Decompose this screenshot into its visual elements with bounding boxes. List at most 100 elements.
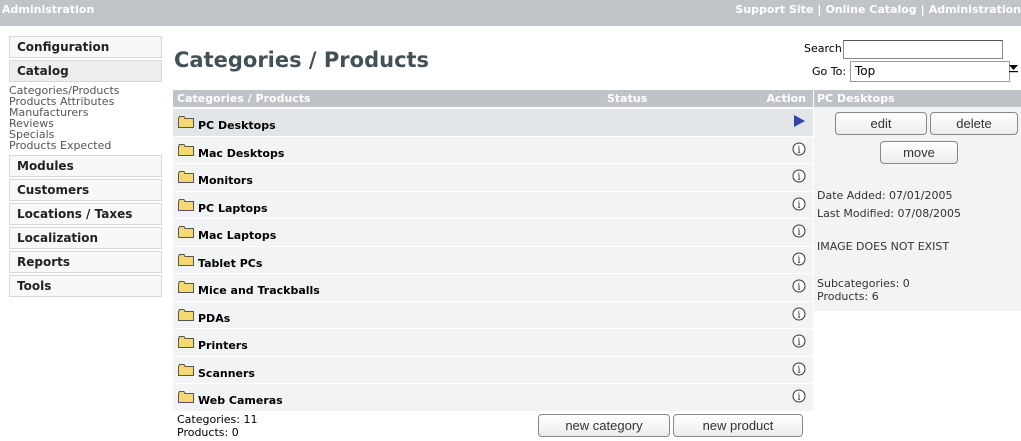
table-row[interactable]: Monitors i (173, 164, 813, 192)
category-name: Mice and Trackballs (198, 284, 320, 297)
category-name: PC Desktops (198, 119, 276, 132)
sidebar: Configuration Catalog Categories/Product… (9, 36, 162, 299)
folder-icon (178, 171, 194, 183)
link-separator: | (920, 3, 925, 16)
delete-button[interactable]: delete (930, 112, 1018, 135)
page-title: Categories / Products (174, 48, 430, 72)
category-name: Mac Laptops (198, 229, 277, 242)
info-icon[interactable]: i (792, 224, 806, 238)
folder-icon (178, 308, 194, 321)
new-category-button[interactable]: new category (538, 414, 670, 437)
folder-icon (178, 391, 194, 403)
svg-text:i: i (797, 227, 800, 238)
chevron-down-icon[interactable] (1008, 63, 1019, 73)
folder-icon (178, 363, 194, 376)
table-row[interactable]: Mac Desktops i (173, 136, 813, 164)
sidebar-item-customers[interactable]: Customers (9, 179, 162, 201)
table-row[interactable]: Web Cameras i (173, 384, 813, 412)
top-links: Support Site | Online Catalog | Administrati… (735, 3, 1021, 16)
info-icon[interactable]: i (792, 389, 806, 403)
category-name: Mac Desktops (198, 146, 285, 160)
table-header: Categories / Products Status Action (173, 90, 813, 107)
table-row[interactable]: Printers i (173, 329, 813, 357)
folder-icon (178, 253, 194, 266)
top-bar: Administration Support Site | Online Catal… (0, 0, 1021, 26)
table-row[interactable]: PDAs i (173, 301, 813, 329)
folder-icon (178, 281, 194, 293)
folder-icon (178, 336, 194, 348)
category-name: Printers (198, 339, 248, 352)
sidebar-item-locations-taxes[interactable]: Locations / Taxes (9, 203, 162, 225)
catalog-submenu: Categories/Products Products Attributes … (9, 84, 162, 155)
goto-select[interactable]: Top (850, 61, 1010, 82)
column-header-categories: Categories / Products (177, 92, 311, 105)
new-product-button[interactable]: new product (673, 414, 803, 437)
table-row[interactable]: Scanners i (173, 356, 813, 384)
search-input[interactable] (843, 40, 1003, 59)
category-list: PC Desktops Mac Desktops i Monitors i PC… (173, 109, 813, 412)
panel-products-count: Products: 6 (817, 290, 879, 303)
info-icon[interactable]: i (792, 307, 806, 321)
support-site-link[interactable]: Support Site (735, 3, 813, 16)
administration-link[interactable]: Administration (929, 3, 1021, 16)
svg-text:i: i (797, 392, 800, 403)
column-header-action: Action (766, 92, 806, 105)
svg-text:i: i (797, 255, 800, 266)
info-icon[interactable]: i (792, 279, 806, 293)
table-row[interactable]: Mice and Trackballs i (173, 274, 813, 302)
svg-text:i: i (797, 282, 800, 293)
info-icon[interactable]: i (792, 252, 806, 266)
subcategories-count: Subcategories: 0 (817, 277, 910, 290)
submenu-products-expected[interactable]: Products Expected (9, 140, 162, 151)
sidebar-item-tools[interactable]: Tools (9, 275, 162, 297)
sidebar-item-configuration[interactable]: Configuration (9, 36, 162, 58)
online-catalog-link[interactable]: Online Catalog (825, 3, 916, 16)
goto-label: Go To: (812, 65, 847, 78)
image-missing-note: IMAGE DOES NOT EXIST (817, 240, 950, 253)
info-icon[interactable]: i (792, 334, 806, 348)
svg-text:i: i (797, 310, 800, 321)
table-row[interactable]: Mac Laptops i (173, 219, 813, 247)
svg-text:i: i (797, 172, 800, 183)
svg-text:i: i (797, 145, 800, 156)
category-name: PDAs (198, 311, 231, 325)
svg-text:i: i (797, 365, 800, 376)
folder-icon (178, 198, 194, 211)
move-button[interactable]: move (880, 141, 958, 164)
folder-icon (178, 226, 194, 238)
table-row[interactable]: Tablet PCs i (173, 246, 813, 274)
arrow-right-icon[interactable] (792, 114, 806, 128)
category-name: PC Laptops (198, 201, 268, 215)
table-row[interactable]: PC Desktops (173, 109, 813, 137)
svg-text:i: i (797, 337, 800, 348)
list-counts: Categories: 11 Products: 0 (177, 413, 258, 439)
column-header-status: Status (607, 92, 648, 105)
folder-icon (178, 116, 194, 128)
category-info-panel: PC Desktops edit delete move Date Added:… (814, 90, 1021, 311)
panel-title: PC Desktops (814, 90, 1021, 107)
sidebar-item-localization[interactable]: Localization (9, 227, 162, 249)
table-row[interactable]: PC Laptops i (173, 191, 813, 219)
products-count: Products: 0 (177, 426, 239, 439)
sidebar-item-catalog[interactable]: Catalog (9, 60, 162, 82)
date-added: Date Added: 07/01/2005 (817, 189, 953, 202)
info-icon[interactable]: i (792, 169, 806, 183)
category-name: Tablet PCs (198, 256, 263, 270)
sidebar-item-modules[interactable]: Modules (9, 155, 162, 177)
category-name: Web Cameras (198, 394, 283, 407)
folder-icon (178, 143, 194, 156)
category-name: Monitors (198, 174, 253, 187)
goto-selected-value: Top (855, 64, 876, 78)
sidebar-item-reports[interactable]: Reports (9, 251, 162, 273)
last-modified: Last Modified: 07/08/2005 (817, 207, 961, 220)
info-icon[interactable]: i (792, 142, 806, 156)
info-icon[interactable]: i (792, 197, 806, 211)
search-label: Search: (804, 42, 846, 55)
info-icon[interactable]: i (792, 362, 806, 376)
link-separator: | (817, 3, 822, 16)
categories-count: Categories: 11 (177, 413, 258, 426)
category-name: Scanners (198, 366, 255, 380)
app-title: Administration (2, 3, 95, 16)
edit-button[interactable]: edit (835, 112, 927, 135)
svg-text:i: i (797, 200, 800, 211)
